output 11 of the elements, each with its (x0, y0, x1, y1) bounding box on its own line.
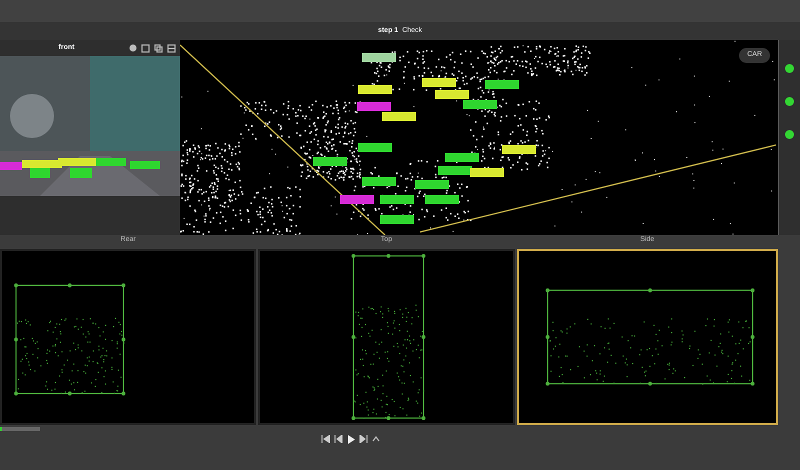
frame-icon[interactable] (141, 44, 150, 52)
timeline-track[interactable] (0, 427, 40, 431)
step-back-icon[interactable] (334, 435, 342, 443)
play-icon[interactable] (346, 435, 354, 444)
step-forward-icon[interactable] (358, 435, 368, 443)
skip-back-icon[interactable] (320, 435, 330, 443)
loop-icon[interactable] (372, 435, 380, 443)
copy-icon[interactable] (154, 44, 163, 52)
view-panel[interactable] (516, 249, 778, 425)
grid-icon[interactable] (167, 44, 176, 52)
dot-icon[interactable] (129, 44, 137, 52)
